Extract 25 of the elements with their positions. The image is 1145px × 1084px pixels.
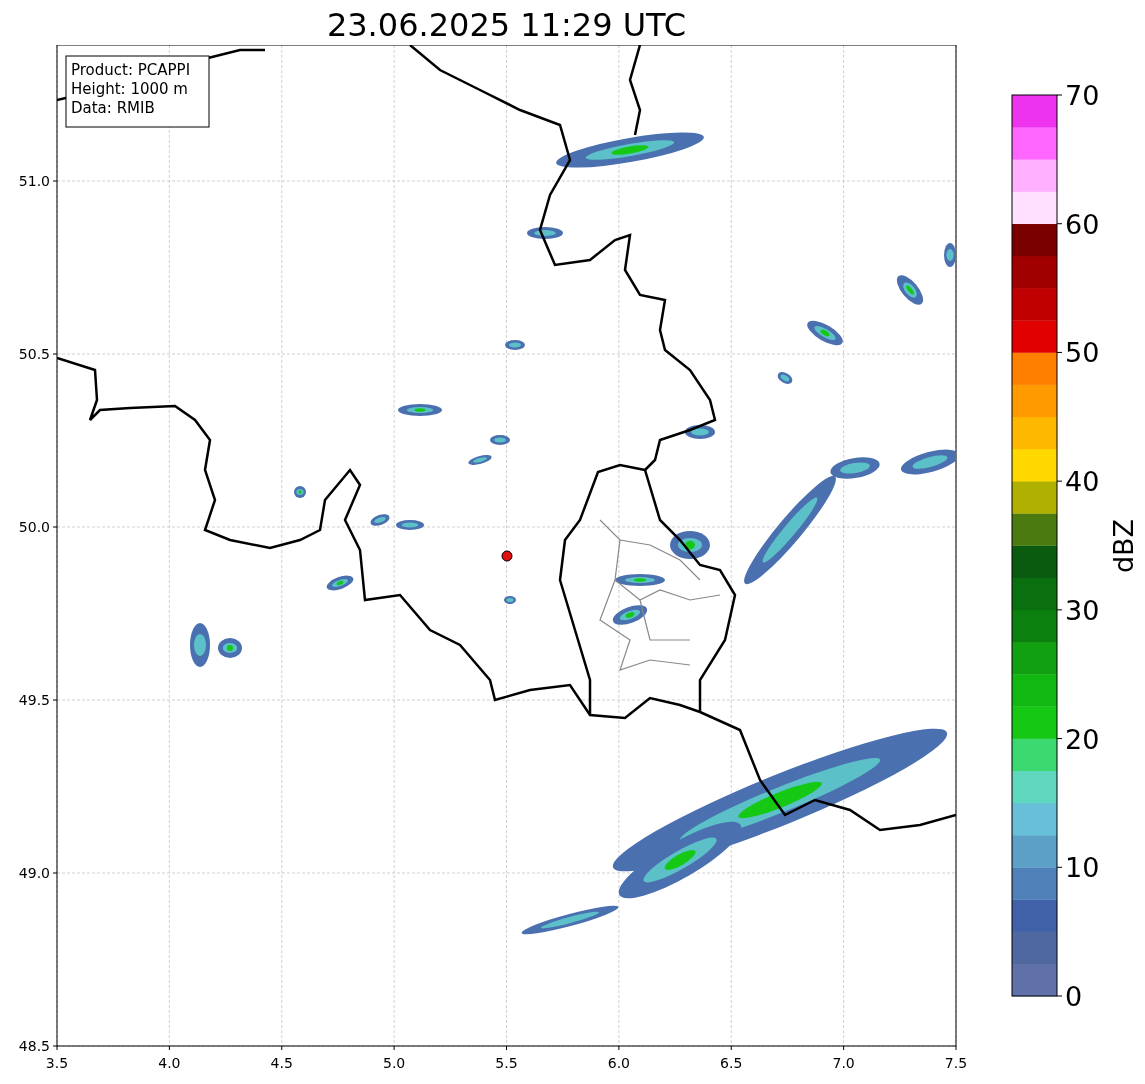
- radar-site-marker: [501, 550, 513, 562]
- axis-tick: 7.0: [832, 1045, 855, 1071]
- axis-tick: 51.0: [18, 173, 58, 189]
- axis-tick: 49.5: [18, 692, 58, 708]
- axis-tick: 4.5: [270, 1045, 293, 1071]
- chart-title: 23.06.2025 11:29 UTC: [326, 5, 687, 46]
- info-box: Product: PCAPPI Height: 1000 m Data: RMIB: [65, 55, 210, 128]
- colorbar-tick: 20: [1056, 723, 1100, 755]
- colorbar-tick: 40: [1056, 466, 1100, 498]
- axis-tick: 4.0: [158, 1045, 181, 1071]
- colorbar-tick: 60: [1056, 208, 1100, 240]
- axis-tick: 5.5: [495, 1045, 518, 1071]
- axis-tick: 49.0: [18, 865, 58, 881]
- colorbar-tick: 50: [1056, 337, 1100, 369]
- axis-tick: 6.0: [607, 1045, 630, 1071]
- colorbar-tick: 30: [1056, 594, 1100, 626]
- colorbar-tick: 70: [1056, 80, 1100, 111]
- colorbar-tick: 0: [1056, 981, 1083, 1012]
- axis-tick: 5.0: [383, 1045, 406, 1071]
- axis-tick: 50.5: [18, 346, 58, 362]
- axis-tick: 50.0: [18, 519, 58, 535]
- axis-tick: 6.5: [720, 1045, 743, 1071]
- colorbar-tick: 10: [1056, 852, 1100, 884]
- axis-tick: 7.5: [944, 1045, 968, 1071]
- colorbar-label: dBZ: [1108, 518, 1139, 574]
